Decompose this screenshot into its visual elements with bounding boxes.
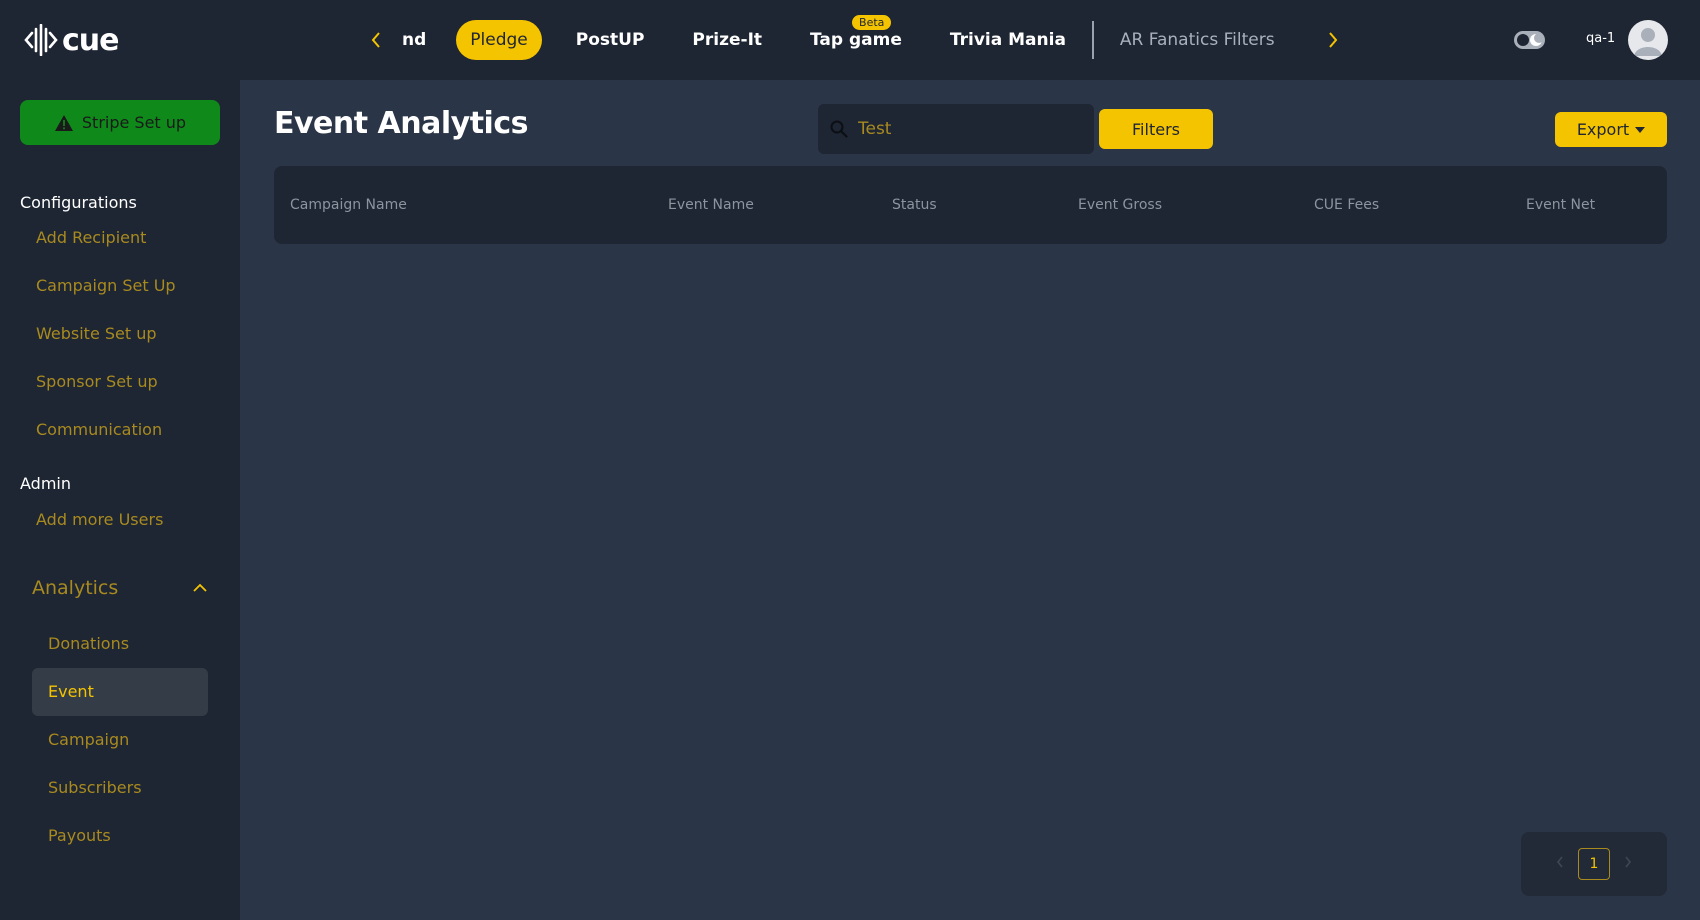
nav-item-trivia-mania[interactable]: Trivia Mania (936, 20, 1080, 60)
nav-prev-button[interactable] (360, 18, 392, 62)
nav-item-pledge[interactable]: Pledge (456, 20, 542, 60)
sidebar-item-campaign-set-up[interactable]: Campaign Set Up (36, 276, 176, 295)
sidebar-item-website-set-up[interactable]: Website Set up (36, 324, 157, 343)
column-header-event-gross[interactable]: Event Gross (1078, 197, 1162, 213)
product-nav: nd Pledge PostUP Prize-It Tap game Beta … (360, 15, 1349, 62)
export-button[interactable]: Export (1555, 112, 1667, 147)
nav-item-prize-it[interactable]: Prize-It (678, 20, 776, 60)
cue-logo[interactable]: cue (24, 20, 119, 60)
top-bar: cue nd Pledge PostUP Prize-It Tap game B… (0, 0, 1700, 80)
search-input[interactable] (858, 119, 1078, 139)
nav-item-postup[interactable]: PostUP (562, 20, 659, 60)
sidebar-item-add-more-users[interactable]: Add more Users (36, 510, 163, 529)
analytics-heading: Analytics (32, 577, 119, 599)
stripe-setup-button[interactable]: Stripe Set up (20, 100, 220, 145)
page-title: Event Analytics (274, 106, 528, 141)
user-name: qa-1 (1586, 31, 1616, 46)
chevron-left-icon (1556, 856, 1563, 868)
column-header-status[interactable]: Status (892, 197, 937, 213)
avatar[interactable] (1628, 20, 1668, 60)
export-label: Export (1576, 120, 1630, 139)
main-content: Event Analytics Filters Export Campaign … (240, 80, 1700, 920)
dark-mode-toggle-icon (1514, 31, 1545, 49)
nav-item-ar-fanatics-filters[interactable]: AR Fanatics Filters (1106, 20, 1289, 60)
chevron-up-icon (193, 583, 207, 592)
chevron-left-icon (371, 32, 380, 48)
sidebar-item-communication[interactable]: Communication (36, 420, 162, 439)
sidebar-item-campaign[interactable]: Campaign (48, 730, 129, 749)
analytics-section-toggle[interactable]: Analytics (32, 573, 208, 603)
column-header-event-name[interactable]: Event Name (668, 197, 754, 213)
column-header-cue-fees[interactable]: CUE Fees (1314, 197, 1379, 213)
sidebar-item-subscribers[interactable]: Subscribers (48, 778, 142, 797)
search-icon (830, 120, 848, 138)
search-box (818, 104, 1094, 154)
warning-icon (54, 114, 73, 131)
column-header-campaign-name[interactable]: Campaign Name (290, 197, 407, 213)
nav-divider (1091, 21, 1094, 59)
sidebar-item-donations[interactable]: Donations (48, 634, 129, 653)
nav-next-button[interactable] (1317, 18, 1349, 62)
filters-button[interactable]: Filters (1099, 109, 1213, 149)
sidebar: Stripe Set up Configurations Add Recipie… (0, 80, 240, 920)
logo-text: cue (62, 22, 119, 58)
sidebar-item-sponsor-set-up[interactable]: Sponsor Set up (36, 372, 158, 391)
nav-item-tap-game[interactable]: Tap game Beta (796, 15, 916, 60)
sidebar-item-payouts[interactable]: Payouts (48, 826, 111, 845)
table-header: Campaign Name Event Name Status Event Gr… (274, 166, 1667, 244)
pagination-next-button[interactable] (1624, 856, 1632, 872)
chevron-right-icon (1625, 856, 1632, 868)
theme-toggle[interactable] (1514, 30, 1546, 54)
sidebar-item-event[interactable]: Event (48, 682, 94, 701)
admin-heading: Admin (20, 474, 71, 493)
nav-item-tap-game-label: Tap game (810, 30, 902, 50)
pagination: 1 (1521, 832, 1667, 896)
nav-item-truncated[interactable]: nd (392, 20, 448, 60)
waveform-icon (24, 24, 58, 56)
pagination-prev-button[interactable] (1556, 856, 1564, 872)
pagination-page-current[interactable]: 1 (1578, 848, 1610, 880)
stripe-setup-label: Stripe Set up (81, 113, 187, 132)
configurations-heading: Configurations (20, 193, 137, 212)
beta-badge: Beta (852, 15, 892, 30)
chevron-right-icon (1328, 32, 1337, 48)
column-header-event-net[interactable]: Event Net (1526, 197, 1595, 213)
user-icon (1634, 28, 1662, 56)
sidebar-item-add-recipient[interactable]: Add Recipient (36, 228, 146, 247)
caret-down-icon (1635, 126, 1646, 133)
